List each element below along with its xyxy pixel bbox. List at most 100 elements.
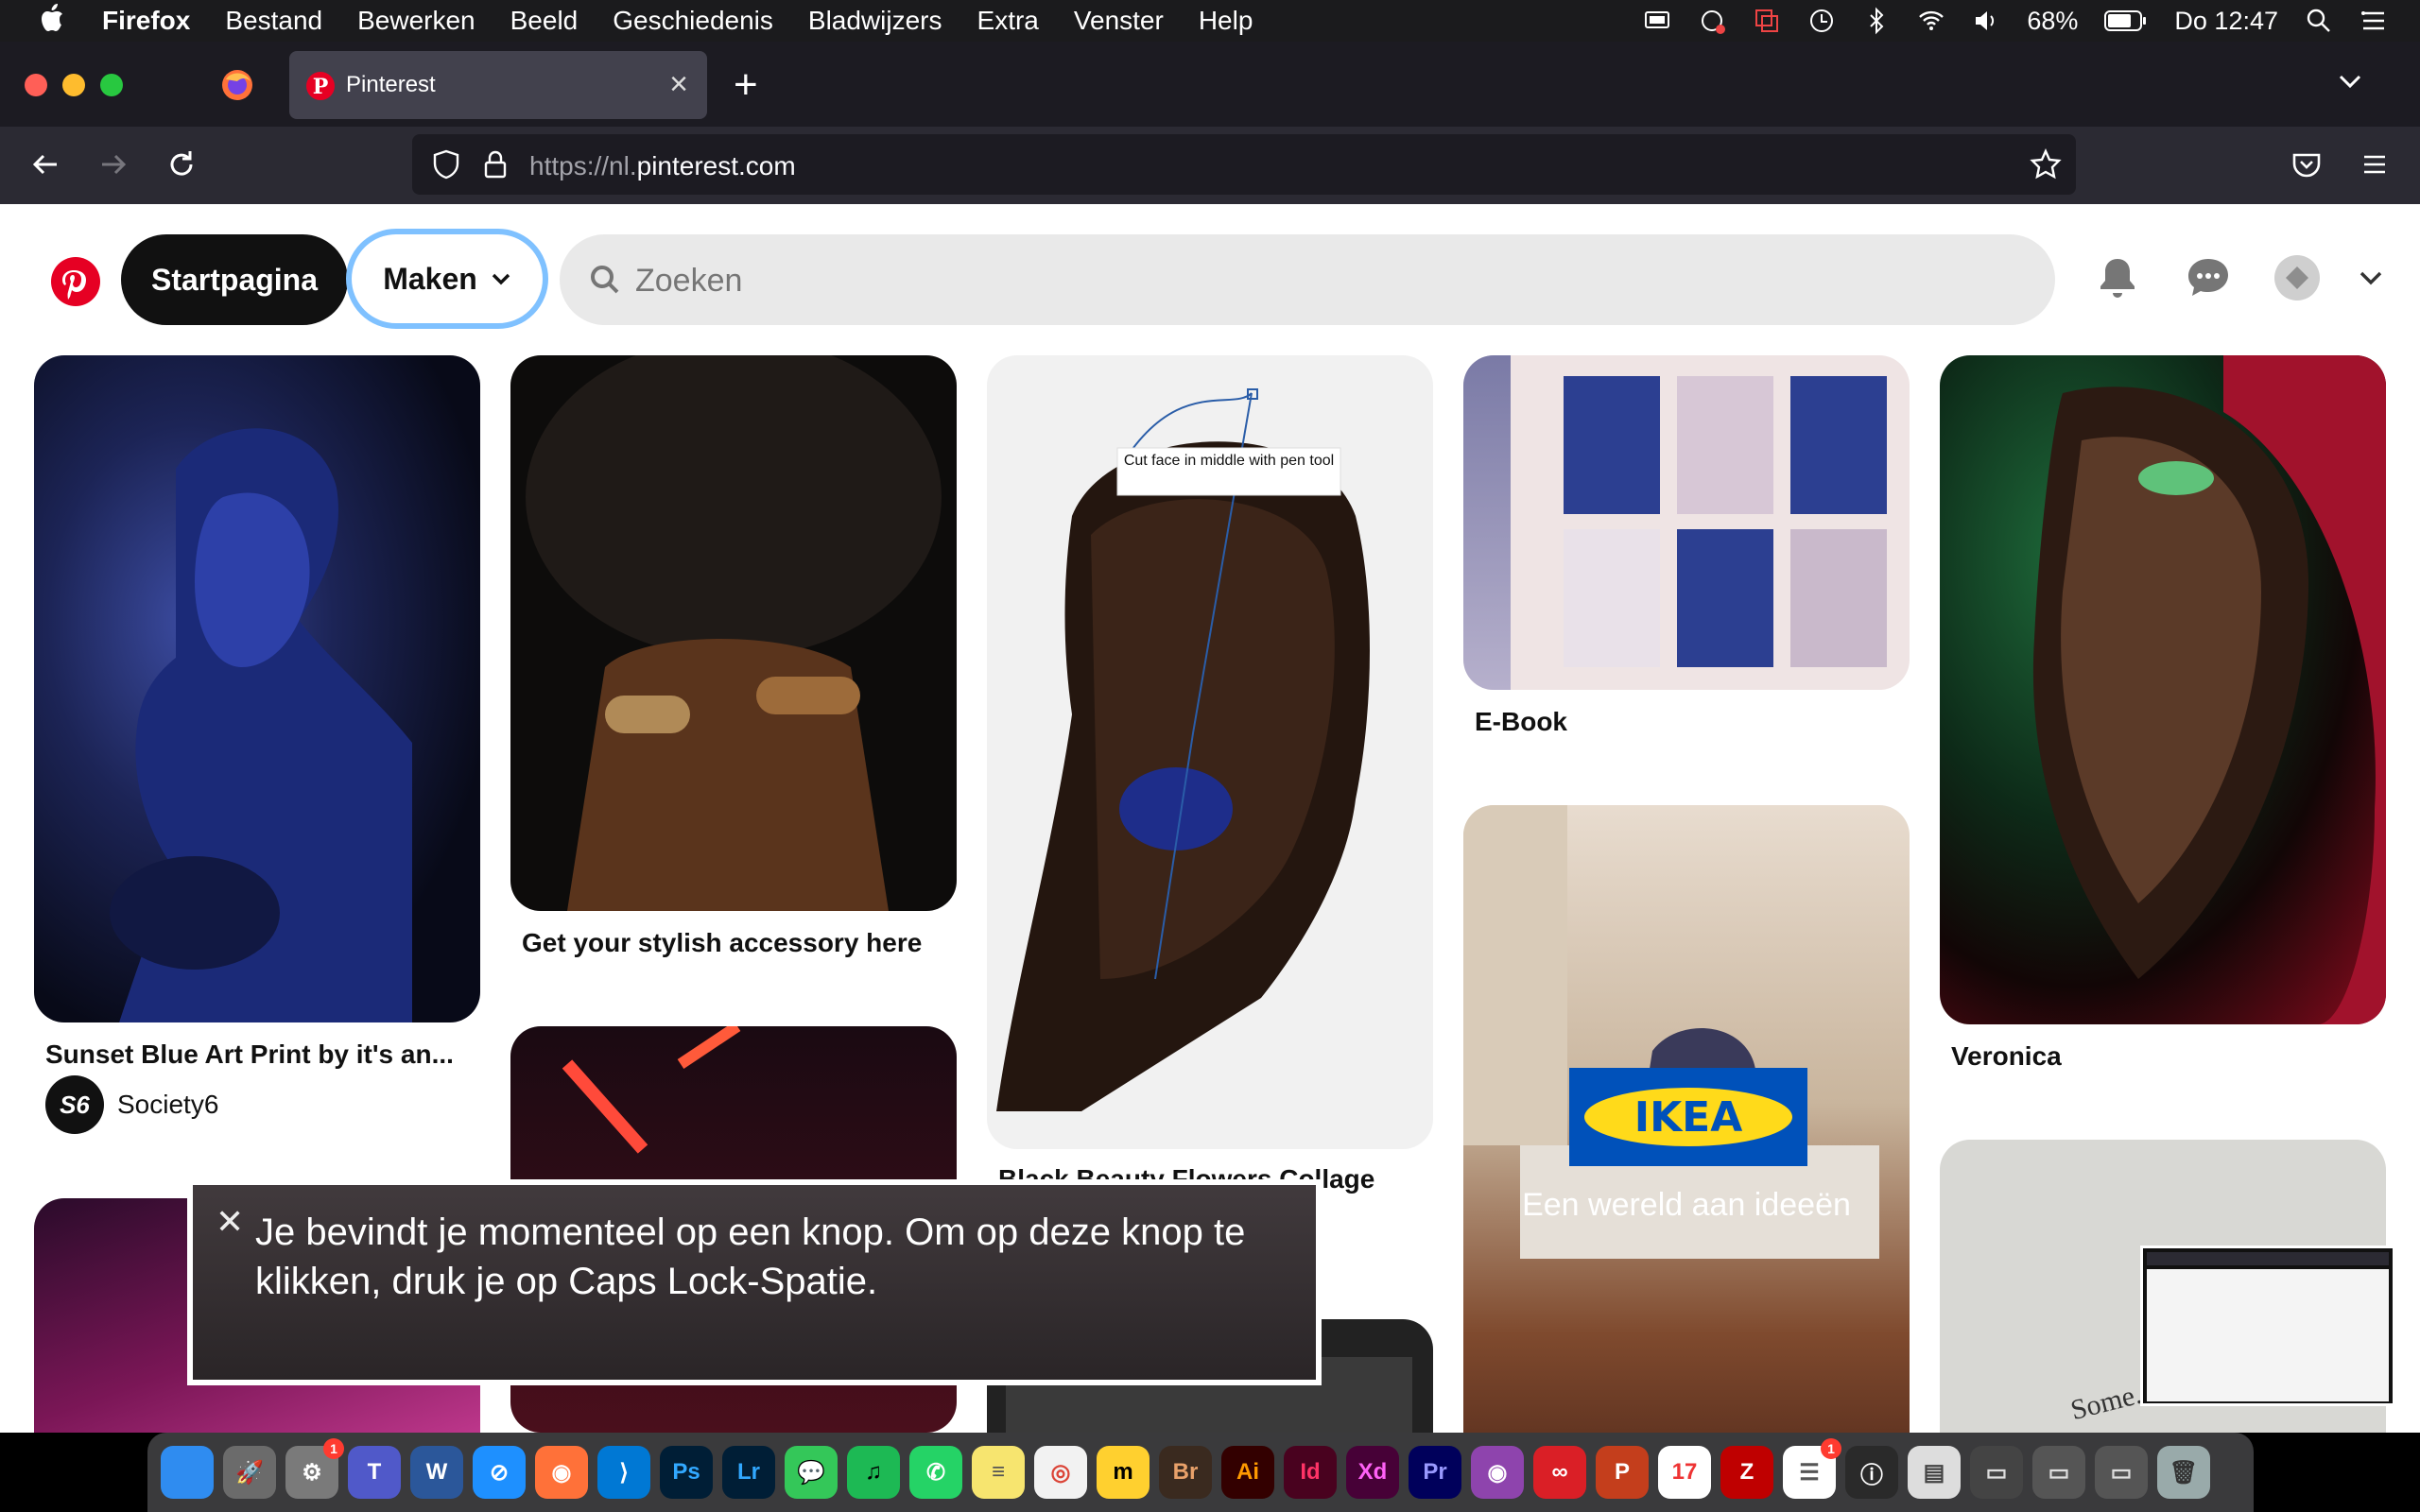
- padlock-icon[interactable]: [478, 147, 512, 181]
- dock-reminders-icon[interactable]: ☰ 1: [1783, 1438, 1841, 1499]
- menu-help[interactable]: Help: [1199, 6, 1253, 36]
- dock-miro-icon[interactable]: m: [1097, 1446, 1150, 1499]
- voiceover-message: Je bevindt je momenteel op een knop. Om …: [255, 1211, 1246, 1302]
- dock-creative-cloud-icon[interactable]: ∞: [1533, 1446, 1586, 1499]
- pin-title[interactable]: Sunset Blue Art Print by it's an...: [45, 1040, 480, 1070]
- minimize-window-button[interactable]: [62, 74, 85, 96]
- dock-screenshot-2-icon[interactable]: ▭: [2032, 1446, 2085, 1499]
- ebook-page: [1677, 376, 1773, 514]
- pin-author[interactable]: S6 Society6: [45, 1075, 218, 1134]
- dock-document-icon[interactable]: ▤: [1908, 1446, 1961, 1499]
- dock-illustrator-icon[interactable]: Ai: [1221, 1446, 1274, 1499]
- address-bar[interactable]: https://nl.pinterest.com: [412, 134, 2076, 195]
- dock-launchpad-icon[interactable]: 🚀: [223, 1446, 276, 1499]
- pin-image-veronica[interactable]: [1940, 355, 2386, 1024]
- battery-icon[interactable]: [2104, 9, 2148, 32]
- close-window-button[interactable]: [25, 74, 47, 96]
- close-tab-icon[interactable]: ×: [669, 66, 688, 103]
- macos-menu-bar: Firefox Bestand Bewerken Beeld Geschiede…: [0, 0, 2420, 42]
- dock-messages-icon[interactable]: 💬: [785, 1446, 838, 1499]
- dock-screenshot-1-icon[interactable]: ▭: [1970, 1446, 2023, 1499]
- dock-indesign-icon[interactable]: Id: [1284, 1446, 1337, 1499]
- search-bar[interactable]: Zoeken: [560, 234, 2055, 325]
- dock-trash-icon[interactable]: 🗑: [2157, 1446, 2210, 1499]
- pin-title[interactable]: Get your stylish accessory here: [522, 928, 957, 958]
- dock-safari-icon[interactable]: ⊘: [473, 1446, 526, 1499]
- dock-lightroom-icon[interactable]: Lr: [722, 1446, 775, 1499]
- dock-firefox-icon[interactable]: ◉: [535, 1446, 588, 1499]
- dock-spotify-icon[interactable]: ♫: [847, 1446, 900, 1499]
- profile-avatar[interactable]: [2273, 253, 2322, 302]
- menu-app-name[interactable]: Firefox: [102, 6, 190, 36]
- url-text[interactable]: https://nl.pinterest.com: [529, 151, 796, 181]
- dock-photoshop-icon[interactable]: Ps: [660, 1446, 713, 1499]
- volume-icon[interactable]: [1972, 7, 2000, 35]
- new-tab-button[interactable]: +: [734, 60, 758, 110]
- pin-image-accessory[interactable]: [510, 355, 957, 911]
- dock-powerpoint-icon[interactable]: P: [1596, 1446, 1649, 1499]
- search-icon: [591, 266, 619, 294]
- list-all-tabs-chevron-icon[interactable]: [2333, 64, 2367, 98]
- battery-percentage[interactable]: 68%: [2027, 7, 2078, 36]
- dock-finder-icon[interactable]: [161, 1446, 214, 1499]
- display-icon[interactable]: [1643, 7, 1671, 35]
- dock-bridge-icon[interactable]: Br: [1159, 1446, 1212, 1499]
- zoom-window-button[interactable]: [100, 74, 123, 96]
- home-button[interactable]: Startpagina: [121, 234, 348, 325]
- tracking-protection-shield-icon[interactable]: [429, 147, 463, 181]
- wifi-icon[interactable]: [1917, 7, 1945, 35]
- spotlight-search-icon[interactable]: [2305, 7, 2333, 35]
- pocket-icon[interactable]: [2288, 146, 2325, 183]
- firefox-view-icon[interactable]: [220, 68, 254, 102]
- reload-icon[interactable]: [163, 146, 200, 183]
- dock-word-icon[interactable]: W: [410, 1446, 463, 1499]
- close-voiceover-icon[interactable]: ✕: [216, 1202, 244, 1242]
- tab-pinterest[interactable]: P Pinterest ×: [289, 51, 707, 119]
- bluetooth-icon[interactable]: [1862, 7, 1891, 35]
- dock-system-preferences-icon[interactable]: ⚙ 1: [285, 1438, 344, 1499]
- hamburger-menu-icon[interactable]: [2356, 146, 2394, 183]
- forward-arrow-icon[interactable]: [95, 146, 132, 183]
- bookmark-star-icon[interactable]: [2029, 147, 2063, 181]
- dock-podcasts-icon[interactable]: ◉: [1471, 1446, 1524, 1499]
- dock-premiere-icon[interactable]: Pr: [1409, 1446, 1461, 1499]
- dock-xd-icon[interactable]: Xd: [1346, 1446, 1399, 1499]
- pin-image-ebook[interactable]: [1463, 355, 1910, 690]
- dock-notes-icon[interactable]: ≡: [972, 1446, 1025, 1499]
- tab-title: Pinterest: [346, 72, 436, 97]
- menu-bestand[interactable]: Bestand: [225, 6, 322, 36]
- dock-whatsapp-icon[interactable]: ✆: [909, 1446, 962, 1499]
- notification-center-icon[interactable]: [2360, 7, 2388, 35]
- creative-cloud-status-icon[interactable]: [1698, 7, 1726, 35]
- pin-title[interactable]: E-Book: [1475, 707, 1910, 737]
- notifications-bell-icon[interactable]: [2093, 253, 2142, 302]
- dock-calendar-icon[interactable]: 17: [1658, 1446, 1711, 1499]
- apple-menu-icon[interactable]: [38, 3, 66, 40]
- ikea-tagline: Een wereld aan ideeën: [1522, 1187, 1851, 1223]
- time-machine-icon[interactable]: [1807, 7, 1836, 35]
- screen-share-icon[interactable]: [1753, 7, 1781, 35]
- pinterest-logo-icon[interactable]: [49, 255, 102, 308]
- account-chevron-down-icon[interactable]: [2346, 253, 2395, 302]
- dock-teams-icon[interactable]: T: [348, 1446, 401, 1499]
- menu-bladwijzers[interactable]: Bladwijzers: [808, 6, 942, 36]
- create-dropdown-button[interactable]: Maken: [346, 229, 548, 329]
- menu-beeld[interactable]: Beeld: [510, 6, 579, 36]
- menu-bewerken[interactable]: Bewerken: [357, 6, 475, 36]
- menu-geschiedenis[interactable]: Geschiedenis: [613, 6, 773, 36]
- back-arrow-icon[interactable]: [26, 146, 64, 183]
- menu-extra[interactable]: Extra: [977, 6, 1039, 36]
- menubar-clock[interactable]: Do 12:47: [2174, 7, 2278, 36]
- menu-venster[interactable]: Venster: [1074, 6, 1164, 36]
- dock-screenshot-3-icon[interactable]: ▭: [2095, 1446, 2148, 1499]
- pin-image-ikea-ad[interactable]: IKEA Een wereld aan ideeën: [1463, 805, 1910, 1433]
- dock-filezilla-icon[interactable]: Z: [1720, 1446, 1773, 1499]
- pin-image-collage[interactable]: Cut face in middle with pen tool: [987, 355, 1433, 1149]
- messages-chat-icon[interactable]: [2184, 253, 2233, 302]
- dock-vs-code-icon[interactable]: ⟩: [597, 1446, 650, 1499]
- screenshot-preview-thumbnail[interactable]: [2140, 1246, 2395, 1406]
- dock-chrome-icon[interactable]: ◎: [1034, 1446, 1087, 1499]
- pin-image-sunset-blue[interactable]: [34, 355, 480, 1022]
- dock-accessibility-icon[interactable]: ⓘ: [1845, 1446, 1898, 1499]
- pin-title[interactable]: Veronica: [1951, 1041, 2386, 1072]
